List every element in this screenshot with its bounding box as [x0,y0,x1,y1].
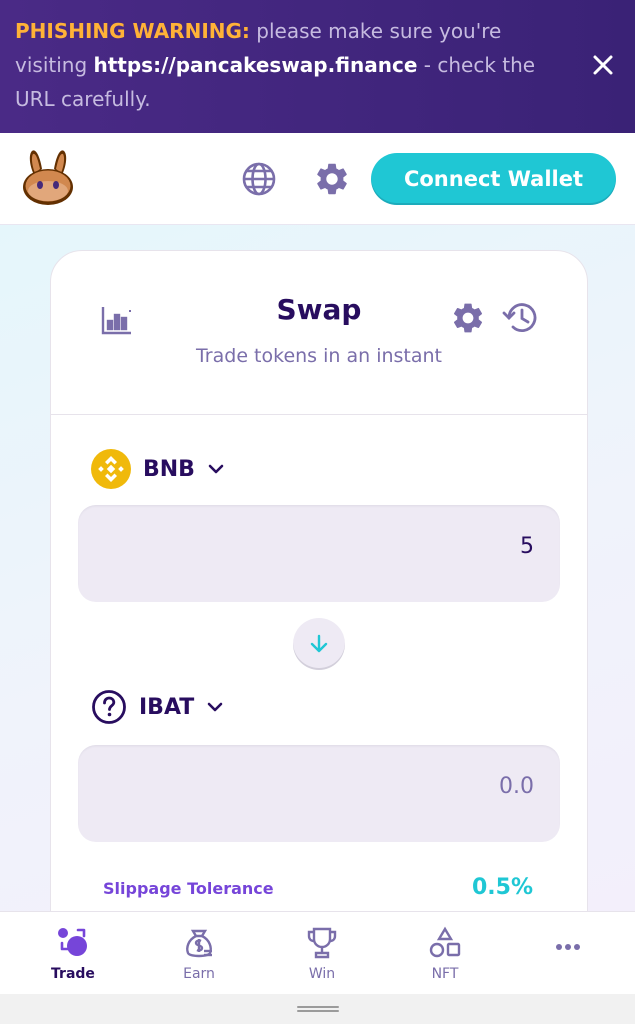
from-token-selector[interactable]: BNB [91,449,225,489]
top-navigation-bar: Connect Wallet [0,133,635,225]
nav-trade[interactable]: Trade [28,926,118,982]
bnb-token-icon [91,449,131,489]
nav-nft[interactable]: NFT [400,926,490,982]
connect-wallet-button[interactable]: Connect Wallet [371,153,616,205]
phishing-warning-text: PHISHING WARNING: please make sure you'r… [15,14,575,116]
nav-label-earn: Earn [183,966,215,982]
from-amount-input[interactable]: 5 [78,505,560,602]
warning-label: PHISHING WARNING: [15,19,250,43]
more-icon [556,944,580,950]
from-token-symbol: BNB [143,456,195,482]
slippage-tolerance-value[interactable]: 0.5% [461,875,533,900]
bottom-navigation: Trade Earn Win NFT [0,911,635,994]
nav-more[interactable] [523,942,613,952]
nav-label-win: Win [308,966,336,982]
nav-earn[interactable]: Earn [154,926,244,982]
to-amount-input[interactable]: 0.0 [78,745,560,842]
arrow-down-icon [310,634,328,653]
nav-label-nft: NFT [431,966,459,982]
chevron-down-icon [208,464,224,474]
phishing-warning-banner: PHISHING WARNING: please make sure you'r… [0,0,635,133]
pancakeswap-bunny-logo-icon[interactable] [20,149,76,207]
to-token-selector[interactable]: IBAT [91,689,224,725]
to-token-symbol: IBAT [139,694,195,720]
earn-icon [186,929,212,958]
gear-icon[interactable] [313,160,351,198]
gesture-handle[interactable] [297,1006,339,1012]
history-icon[interactable] [502,299,540,337]
trade-icon [58,928,87,956]
trophy-icon [307,927,337,959]
nav-label-trade: Trade [51,966,95,982]
slippage-tolerance-label: Slippage Tolerance [103,879,274,898]
chevron-down-icon [207,702,223,712]
swap-subtitle: Trade tokens in an instant [195,345,443,367]
globe-language-icon[interactable] [241,161,277,197]
system-navigation-bar [0,994,635,1024]
swap-card-header: Swap Trade tokens in an instant [51,251,587,415]
settings-gear-icon[interactable] [450,300,486,336]
close-icon[interactable] [588,50,618,80]
switch-direction-button[interactable] [293,618,345,670]
nft-icon [429,926,461,958]
nav-win[interactable]: Win [277,926,367,982]
warning-url: https://pancakeswap.finance [93,53,418,77]
swap-card: Swap Trade tokens in an instant BNB 5 IB… [50,250,588,950]
unknown-token-question-icon [92,690,126,724]
